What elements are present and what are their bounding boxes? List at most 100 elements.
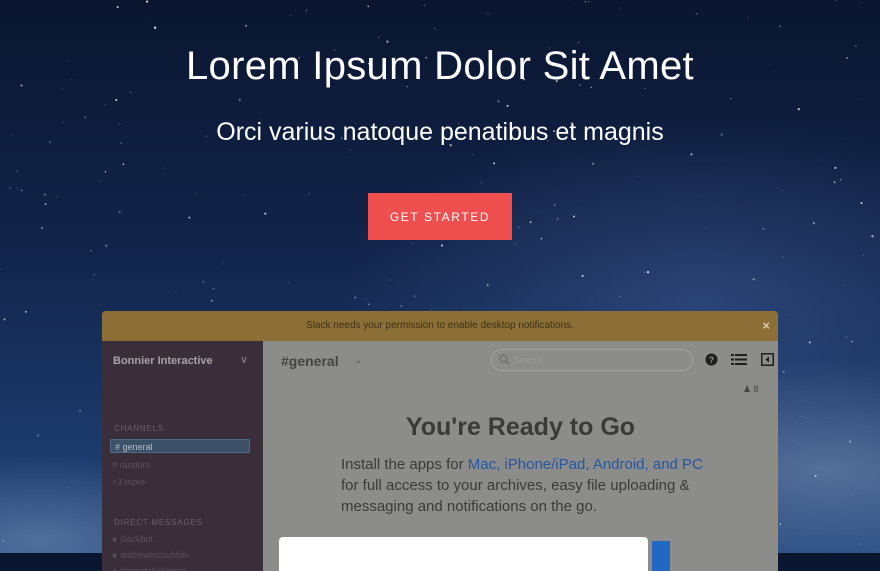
sidebar: Bonnier Interactive ∨ CHANNELS # general…	[102, 341, 263, 571]
welcome-text: for full access to your archives, easy f…	[341, 477, 690, 515]
list-icon[interactable]	[731, 353, 747, 366]
star	[259, 113, 261, 114]
notification-text: Slack needs your permission to enable de…	[306, 320, 574, 331]
star	[349, 156, 351, 158]
star	[799, 416, 801, 417]
star	[238, 98, 241, 101]
star	[175, 291, 177, 293]
close-icon[interactable]: ×	[762, 311, 770, 341]
star	[518, 226, 520, 228]
star	[588, 1, 590, 3]
star	[55, 196, 57, 198]
star	[44, 203, 47, 205]
star	[130, 92, 132, 94]
star	[786, 313, 788, 315]
apps-link[interactable]: Mac, iPhone/iPad, Android, and PC	[468, 456, 703, 473]
star	[506, 104, 509, 107]
dm-label: slackbot	[119, 534, 153, 544]
star	[434, 28, 436, 30]
search-input[interactable]: Search	[491, 349, 693, 371]
star	[871, 235, 874, 238]
star	[575, 3, 577, 5]
star	[781, 189, 783, 192]
chevron-down-icon[interactable]: ∨	[240, 353, 248, 366]
star	[863, 255, 864, 256]
star	[487, 12, 489, 14]
star	[368, 303, 370, 306]
star	[24, 310, 27, 313]
star	[377, 36, 379, 38]
star	[855, 157, 857, 159]
sidebar-item-more[interactable]: +3 more	[112, 477, 145, 487]
star	[242, 194, 244, 196]
star	[44, 193, 46, 196]
star	[389, 279, 391, 281]
search-placeholder: Search	[514, 355, 543, 365]
star	[212, 287, 215, 290]
star	[93, 273, 95, 276]
star	[782, 256, 784, 258]
star	[116, 6, 119, 8]
dm-item-slackbot[interactable]: ● slackbot	[112, 534, 153, 544]
star	[619, 7, 621, 9]
dm-label: claraatallahagan	[119, 566, 186, 571]
star	[366, 299, 368, 301]
help-icon[interactable]: ?	[705, 353, 718, 366]
star	[67, 486, 69, 488]
team-name[interactable]: Bonnier Interactive	[113, 355, 213, 367]
star	[118, 210, 121, 214]
sidebar-toggle-icon[interactable]	[761, 353, 774, 366]
star	[845, 336, 847, 338]
star	[857, 97, 859, 99]
star	[105, 244, 108, 247]
star	[839, 179, 842, 181]
star	[36, 434, 40, 437]
main-pane: #general ⌄ Search ? ♟ 8 You're Ready to …	[263, 341, 778, 571]
star	[349, 148, 352, 151]
dm-item[interactable]: ● andrewmccubbin	[112, 550, 188, 560]
member-count-value: 8	[753, 384, 759, 394]
star	[814, 474, 817, 477]
star	[103, 104, 105, 106]
star	[389, 303, 391, 305]
star	[497, 100, 500, 103]
star	[779, 25, 781, 27]
star	[515, 243, 516, 245]
star	[9, 187, 12, 190]
star	[2, 540, 5, 542]
star	[861, 2, 862, 4]
star	[115, 98, 118, 102]
channel-name[interactable]: #general	[281, 353, 339, 369]
star	[264, 212, 267, 215]
star	[288, 281, 289, 283]
star	[554, 204, 556, 206]
star	[752, 278, 755, 281]
star	[808, 341, 811, 344]
star	[486, 284, 489, 287]
member-count[interactable]: ♟ 8	[743, 384, 759, 395]
star	[20, 189, 23, 192]
get-started-button[interactable]: GET STARTED	[368, 193, 512, 240]
download-card[interactable]	[279, 537, 648, 571]
star	[690, 153, 693, 156]
sidebar-item-general[interactable]: # general	[110, 439, 250, 453]
star	[122, 163, 125, 166]
dm-item[interactable]: ● claraatallahagan	[112, 566, 186, 571]
star	[423, 4, 425, 6]
star	[747, 16, 749, 18]
star	[762, 228, 765, 230]
star	[797, 107, 800, 111]
star	[245, 24, 248, 27]
hero-subtitle: Orci varius natoque penatibus et magnis	[216, 118, 664, 146]
chevron-down-icon[interactable]: ⌄	[354, 355, 362, 366]
welcome-body: Install the apps for Mac, iPhone/iPad, A…	[341, 454, 721, 517]
star	[400, 304, 403, 308]
star	[729, 97, 732, 100]
star	[153, 26, 157, 29]
sidebar-item-random[interactable]: # random	[112, 460, 150, 470]
star	[305, 9, 307, 11]
star	[848, 440, 852, 443]
star	[860, 202, 863, 205]
welcome-title: You're Ready to Go	[405, 413, 636, 441]
star	[61, 88, 63, 90]
